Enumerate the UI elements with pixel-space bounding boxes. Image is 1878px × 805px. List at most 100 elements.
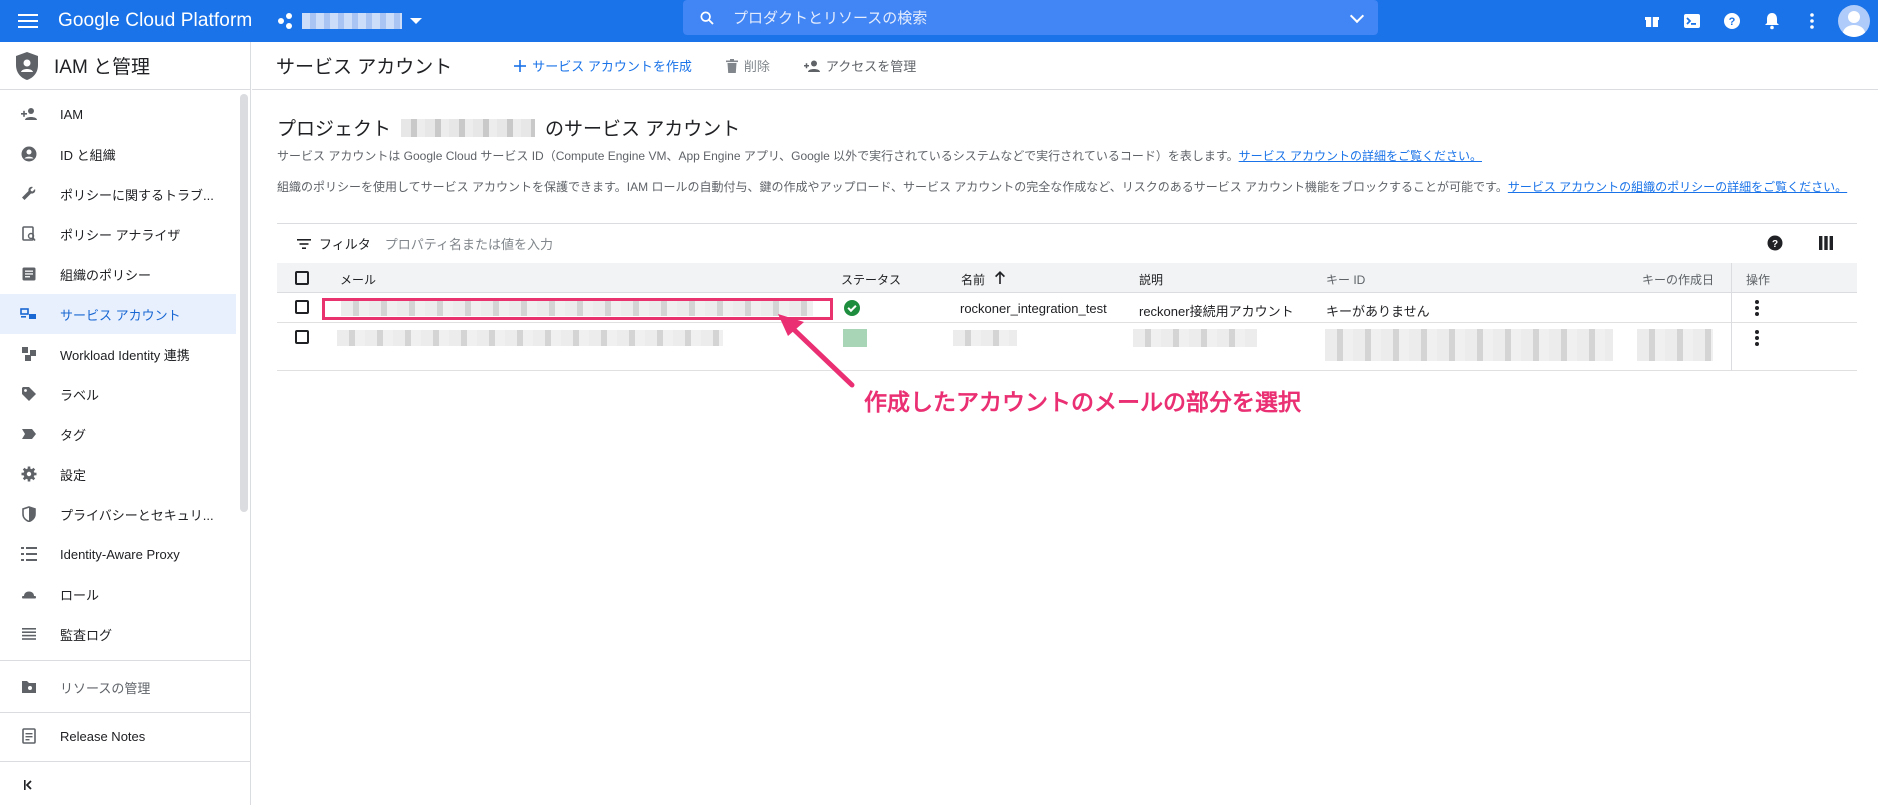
sidebar-item-iam[interactable]: IAM — [0, 94, 236, 134]
select-all-checkbox[interactable] — [295, 271, 309, 285]
key-created-redacted — [1637, 329, 1713, 361]
page-title: サービス アカウント — [276, 57, 453, 78]
workload-identity-icon — [18, 346, 40, 362]
row-actions-icon[interactable] — [1755, 330, 1759, 346]
row-checkbox[interactable] — [295, 300, 309, 314]
column-actions: 操作 — [1746, 273, 1771, 287]
tag-icon — [18, 428, 40, 440]
filter-label[interactable]: フィルタ — [319, 234, 371, 253]
sidebar-item-settings[interactable]: 設定 — [0, 454, 236, 494]
sidebar: IAM と管理 IAM ID と組織 ポリシーに関するトラブ... ポリシー ア… — [0, 42, 251, 805]
help-icon[interactable]: ? — [1767, 235, 1783, 251]
column-status[interactable]: ステータス — [841, 271, 901, 288]
row-checkbox[interactable] — [295, 330, 309, 344]
delete-label: 削除 — [743, 59, 770, 74]
sidebar-item-iap[interactable]: Identity-Aware Proxy — [0, 534, 236, 574]
gift-icon[interactable] — [1632, 1, 1672, 41]
chevron-down-icon — [410, 18, 423, 24]
service-account-icon — [18, 308, 40, 320]
iap-icon — [18, 547, 40, 561]
row-description: reckoner接続用アカウント — [1139, 304, 1294, 319]
divider — [0, 761, 251, 762]
sidebar-item-audit-logs[interactable]: 監査ログ — [0, 614, 236, 654]
table-header: メール ステータス 名前 説明 キー ID キーの作成日 操作 — [277, 263, 1857, 293]
column-key-created: キーの作成日 — [1642, 273, 1715, 287]
brand-title[interactable]: Google Cloud Platform — [58, 10, 252, 32]
sidebar-item-tags[interactable]: タグ — [0, 414, 236, 454]
notifications-icon[interactable] — [1752, 1, 1792, 41]
sidebar-item-label: ポリシーに関するトラブ... — [60, 187, 214, 203]
avatar[interactable] — [1838, 5, 1870, 37]
sidebar-scrollbar[interactable] — [240, 94, 248, 512]
sidebar-item-release-notes[interactable]: Release Notes — [0, 716, 251, 756]
trash-icon — [725, 58, 738, 73]
email-link-redacted[interactable] — [337, 330, 723, 346]
description-2: 組織のポリシーを使用してサービス アカウントを保護できます。IAM ロールの自動… — [277, 178, 1847, 195]
help-icon[interactable]: ? — [1712, 1, 1752, 41]
sidebar-item-label: IAM — [60, 106, 84, 122]
email-link-redacted[interactable] — [341, 300, 813, 316]
description-redacted — [1133, 329, 1257, 347]
filter-input[interactable]: プロパティ名または値を入力 — [385, 234, 553, 253]
title-prefix: プロジェクト — [277, 119, 392, 140]
sidebar-item-policy-troubleshooter[interactable]: ポリシーに関するトラブ... — [0, 174, 236, 214]
sidebar-item-label: Identity-Aware Proxy — [60, 546, 180, 562]
account-circle-icon — [18, 146, 40, 162]
page-header: サービス アカウント サービス アカウントを作成 削除 アクセスを管理 — [252, 42, 1878, 90]
section-title: プロジェクト のサービス アカウント — [277, 114, 740, 141]
release-notes-icon — [18, 728, 40, 744]
sidebar-item-labels[interactable]: ラベル — [0, 374, 236, 414]
name-redacted — [953, 330, 1017, 346]
table-row[interactable] — [277, 323, 1857, 371]
create-service-account-button[interactable]: サービス アカウントを作成 — [514, 56, 692, 75]
person-add-icon — [803, 60, 820, 72]
column-key-id: キー ID — [1326, 273, 1366, 287]
sidebar-item-label: ポリシー アナライザ — [60, 227, 181, 243]
description-1: サービス アカウントは Google Cloud サービス ID（Compute… — [277, 147, 1482, 164]
sidebar-bottom-notes: Release Notes — [0, 716, 251, 756]
column-name[interactable]: 名前 — [961, 271, 985, 288]
collapse-sidebar-button[interactable] — [0, 765, 251, 805]
sidebar-item-label: 設定 — [60, 467, 87, 483]
sidebar-item-label: リソースの管理 — [60, 680, 151, 696]
sidebar-item-identity[interactable]: ID と組織 — [0, 134, 236, 174]
iam-shield-icon — [16, 51, 38, 80]
service-accounts-learn-more-link[interactable]: サービス アカウントの詳細をご覧ください。 — [1239, 149, 1482, 163]
project-picker[interactable] — [278, 13, 423, 29]
sidebar-item-workload-identity[interactable]: Workload Identity 連携 — [0, 334, 236, 374]
sidebar-title: IAM と管理 — [54, 57, 151, 78]
table-row[interactable]: rockoner_integration_test reckoner接続用アカウ… — [277, 293, 1857, 323]
search-expand-icon[interactable] — [1349, 8, 1365, 24]
person-add-icon — [18, 107, 40, 121]
column-description[interactable]: 説明 — [1139, 271, 1163, 288]
label-icon — [18, 386, 40, 402]
sidebar-item-roles[interactable]: ロール — [0, 574, 236, 614]
svg-text:?: ? — [1729, 16, 1736, 28]
column-email[interactable]: メール — [340, 271, 376, 288]
sidebar-header: IAM と管理 — [0, 42, 250, 90]
sidebar-item-privacy-security[interactable]: プライバシーとセキュリ... — [0, 494, 236, 534]
sidebar-item-label: Workload Identity 連携 — [60, 347, 190, 363]
delete-button[interactable]: 削除 — [725, 56, 770, 75]
sidebar-item-org-policies[interactable]: 組織のポリシー — [0, 254, 236, 294]
sort-arrow-up-icon[interactable] — [994, 271, 1006, 284]
divider — [0, 660, 251, 661]
sidebar-item-label: Release Notes — [60, 728, 146, 744]
row-key-id: キーがありません — [1326, 304, 1430, 319]
annotation-arrow-icon — [778, 314, 855, 388]
sidebar-item-resource-manager[interactable]: リソースの管理 — [0, 667, 251, 707]
search-input[interactable]: プロダクトとリソースの検索 — [683, 0, 1378, 35]
org-policy-learn-more-link[interactable]: サービス アカウントの組織のポリシーの詳細をご覧ください。 — [1508, 180, 1847, 194]
column-display-icon[interactable] — [1819, 236, 1833, 250]
sidebar-item-service-accounts[interactable]: サービス アカウント — [0, 294, 236, 334]
hamburger-menu-icon[interactable] — [14, 7, 42, 35]
more-vert-icon[interactable] — [1792, 1, 1832, 41]
description-text: サービス アカウントは Google Cloud サービス ID（Compute… — [277, 149, 1239, 163]
sidebar-item-policy-analyzer[interactable]: ポリシー アナライザ — [0, 214, 236, 254]
sidebar-item-label: 組織のポリシー — [60, 267, 152, 283]
manage-access-button[interactable]: アクセスを管理 — [803, 56, 916, 75]
add-icon — [514, 59, 527, 72]
row-actions-icon[interactable] — [1755, 300, 1759, 316]
wrench-icon — [18, 186, 40, 202]
cloud-shell-icon[interactable] — [1672, 1, 1712, 41]
